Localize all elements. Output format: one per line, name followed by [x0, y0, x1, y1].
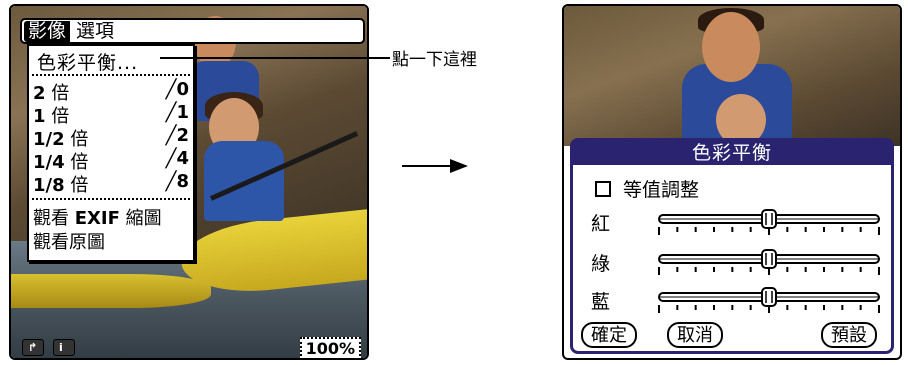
default-button[interactable]: 預設: [821, 322, 877, 348]
menu-item-zoom-1x[interactable]: 1 倍 ╱1: [33, 102, 189, 127]
slider-thumb[interactable]: [761, 209, 777, 229]
kayak-photo: [564, 6, 900, 146]
right-device-screen: 色彩平衡 等值調整 紅 綠 藍 確定 取消 預設: [562, 4, 902, 360]
menu-item-zoom-2x[interactable]: 2 倍 ╱0: [33, 79, 189, 104]
equal-adjust-checkbox[interactable]: 等值調整: [595, 175, 699, 202]
slider-label: 紅: [591, 213, 611, 235]
rotate-icon[interactable]: ↱: [22, 339, 44, 356]
menu-item-zoom-eighth[interactable]: 1/8 倍 ╱8: [33, 171, 189, 196]
slider-label: 藍: [591, 291, 611, 313]
info-icon[interactable]: i: [53, 339, 75, 356]
shortcut-label: ╱4: [165, 148, 189, 169]
menu-bar: 影像 選項: [20, 18, 365, 44]
menu-divider: [32, 198, 190, 200]
shortcut-label: ╱1: [165, 102, 189, 123]
menu-options[interactable]: 選項: [70, 21, 120, 42]
checkbox-icon[interactable]: [595, 180, 611, 197]
menu-item-view-exif[interactable]: 觀看 EXIF 縮圖: [33, 204, 162, 230]
slider-blue[interactable]: 藍: [591, 285, 891, 321]
image-menu-dropdown: 色彩平衡... 2 倍 ╱0 1 倍 ╱1 1/2 倍 ╱2 1/4 倍 ╱4 …: [27, 44, 195, 262]
slider-green[interactable]: 綠: [591, 247, 891, 283]
shortcut-label: ╱0: [165, 79, 189, 100]
checkbox-label: 等值調整: [623, 179, 700, 201]
callout-line: [160, 57, 390, 59]
shortcut-label: ╱2: [165, 125, 189, 146]
slider-thumb[interactable]: [761, 287, 777, 307]
zoom-level-indicator[interactable]: 100%: [299, 337, 361, 358]
arrow-right-icon: [402, 159, 468, 173]
menu-image[interactable]: 影像: [24, 20, 71, 42]
slider-track[interactable]: [649, 247, 889, 281]
slider-track[interactable]: [649, 207, 889, 241]
shortcut-label: ╱8: [165, 171, 189, 192]
slider-red[interactable]: 紅: [591, 207, 891, 243]
slider-thumb[interactable]: [761, 249, 777, 269]
ok-button[interactable]: 確定: [581, 322, 637, 348]
callout-text: 點一下這裡: [392, 50, 477, 70]
slider-label: 綠: [591, 253, 611, 275]
dialog-title: 色彩平衡: [573, 141, 891, 165]
slider-track[interactable]: [649, 285, 889, 319]
menu-divider: [32, 74, 190, 76]
menu-item-zoom-quarter[interactable]: 1/4 倍 ╱4: [33, 148, 189, 173]
menu-item-color-balance[interactable]: 色彩平衡...: [37, 48, 138, 75]
color-balance-dialog: 色彩平衡 等值調整 紅 綠 藍 確定 取消 預設: [570, 138, 894, 354]
menu-item-zoom-half[interactable]: 1/2 倍 ╱2: [33, 125, 189, 150]
cancel-button[interactable]: 取消: [667, 322, 723, 348]
menu-item-view-original[interactable]: 觀看原圖: [33, 228, 105, 254]
